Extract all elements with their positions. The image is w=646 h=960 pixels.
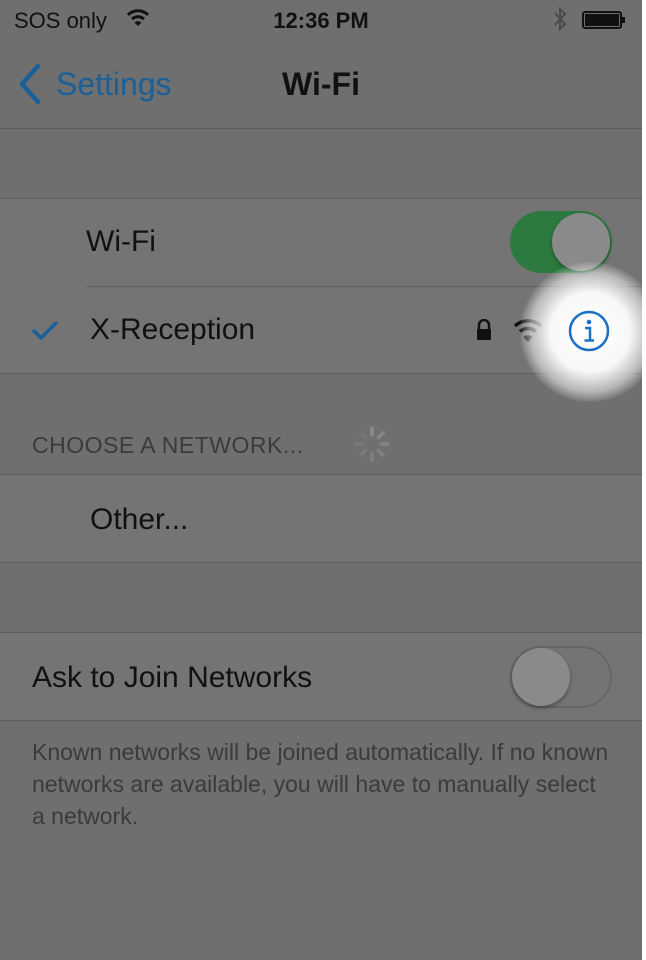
ask-to-join-group: Ask to Join Networks [0,632,642,721]
other-network-group: Other... [0,474,642,563]
loading-spinner-icon [354,426,390,462]
other-network-label: Other... [90,503,189,536]
navigation-bar: Settings Wi-Fi [0,42,642,129]
toggle-knob [512,648,570,706]
choose-network-label: CHOOSE A NETWORK... [32,432,304,458]
battery-icon [582,11,625,29]
ask-to-join-footer: Known networks will be joined automatica… [32,739,609,829]
status-bar: SOS only 12:36 PM [0,0,642,42]
page-title: Wi-Fi [282,66,360,102]
lock-icon [477,319,491,340]
wifi-label: Wi-Fi [86,225,156,258]
checkmark-icon [32,321,58,340]
ask-to-join-row: Ask to Join Networks [0,633,642,720]
wifi-toggle-row: Wi-Fi [0,199,642,286]
bluetooth-icon [554,6,567,32]
ask-to-join-label: Ask to Join Networks [32,661,313,694]
screen-edge [642,0,646,960]
choose-network-header: CHOOSE A NETWORK... [32,432,303,459]
network-name: X-Reception [90,313,256,346]
info-icon[interactable] [568,310,610,352]
other-network-row[interactable]: Other... [0,475,642,562]
status-time: 12:36 PM [273,8,369,33]
wifi-settings-screen: SOS only 12:36 PM Settings Wi-Fi Wi-Fi X… [0,0,642,960]
ask-to-join-toggle[interactable] [510,646,612,708]
